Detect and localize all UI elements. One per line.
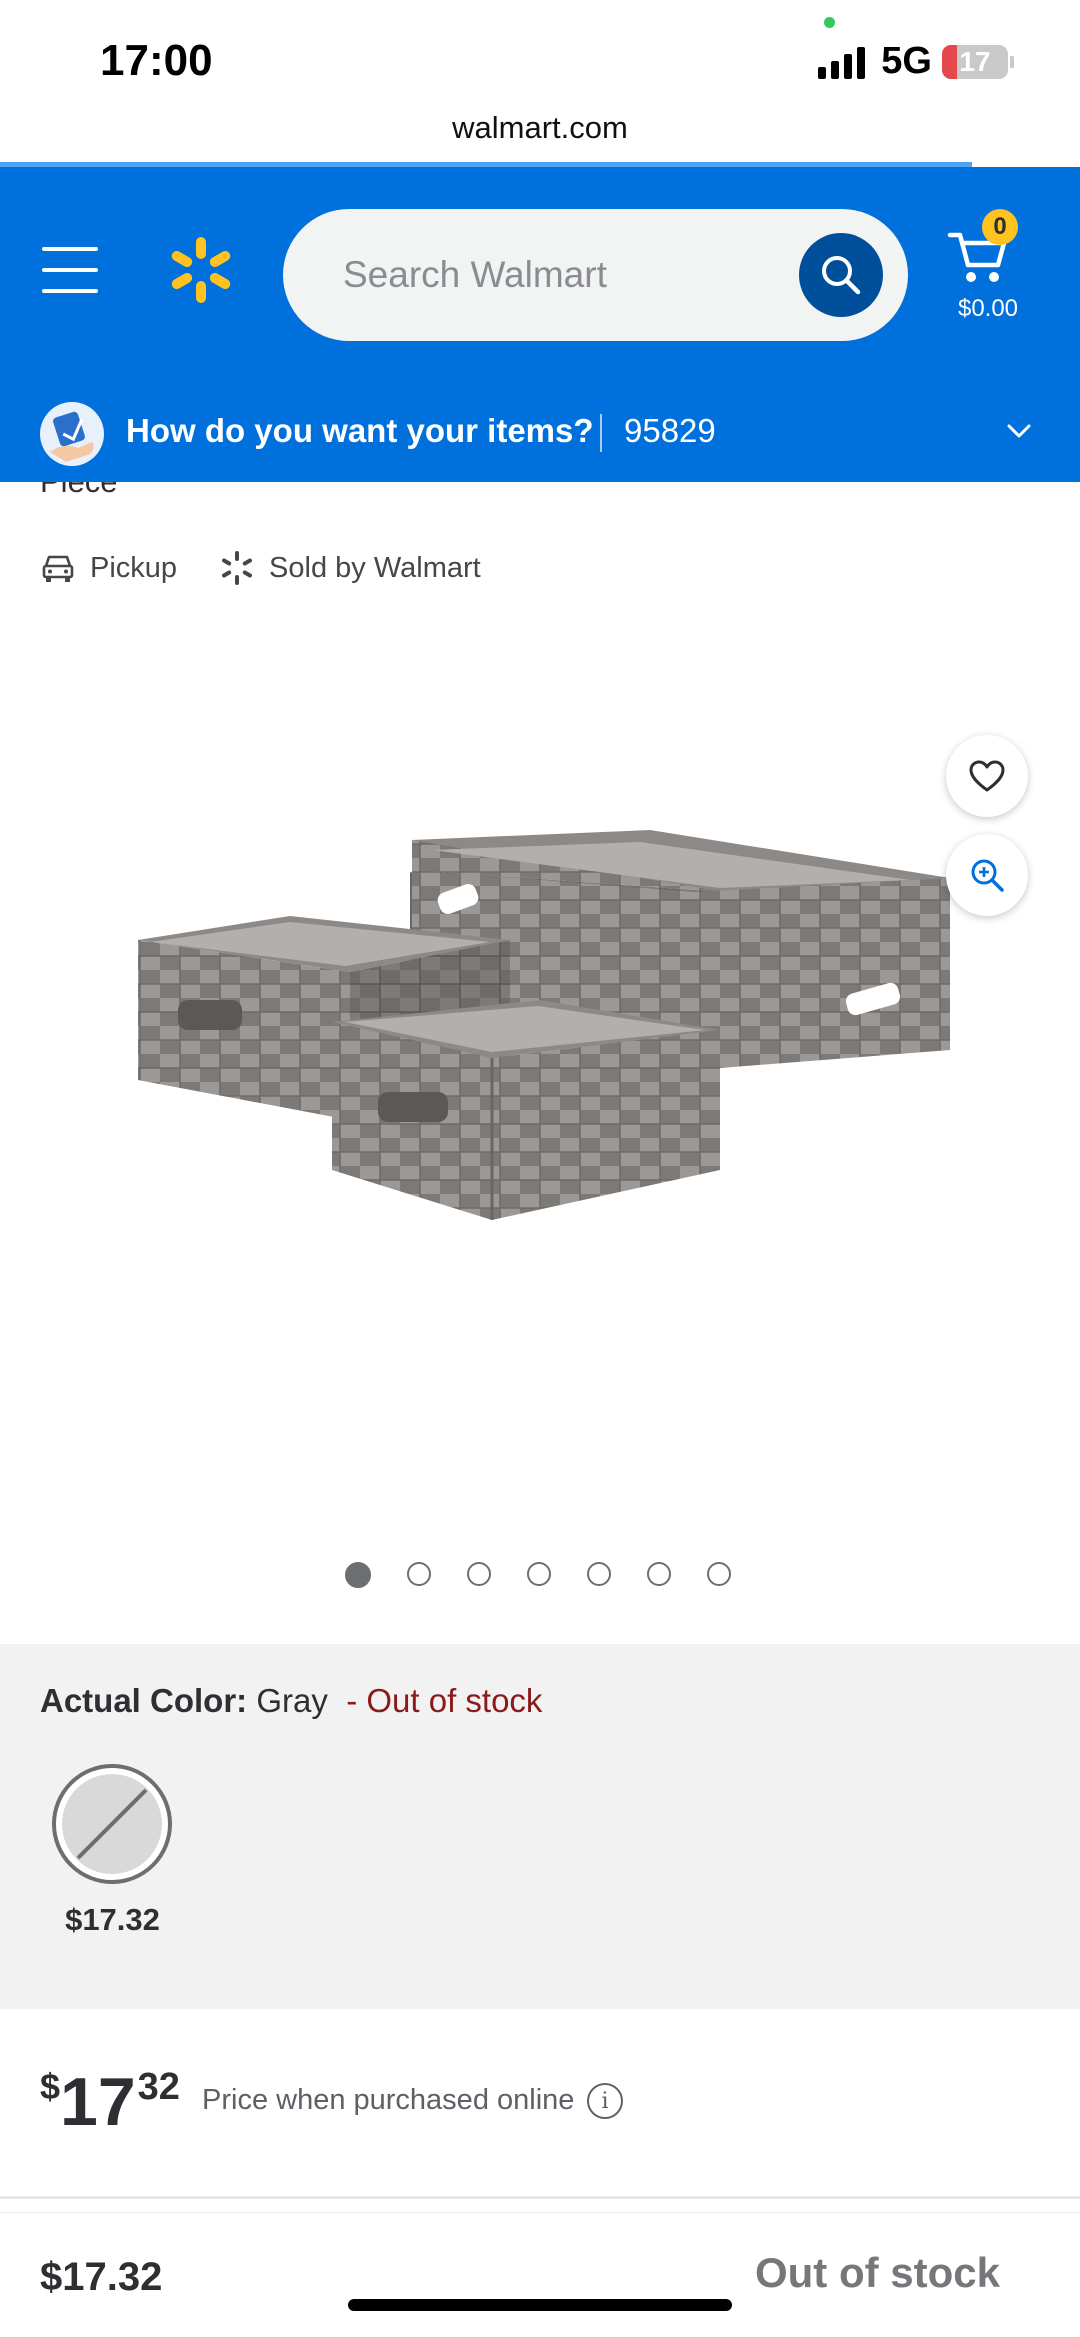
sticky-add-bar: $17.32 Out of stock <box>0 2212 1080 2337</box>
product-badges: Pickup Sold by Walmart <box>40 550 523 586</box>
carousel-dot[interactable] <box>345 1562 371 1588</box>
carousel-dot[interactable] <box>527 1562 551 1586</box>
search-input[interactable] <box>343 209 783 341</box>
carousel-dot[interactable] <box>707 1562 731 1586</box>
privacy-indicator <box>824 17 835 28</box>
menu-button[interactable] <box>42 247 98 293</box>
status-indicators: 5G 17 <box>818 40 1014 83</box>
product-price: $ 17 32 <box>40 2062 180 2136</box>
status-time: 17:00 <box>100 36 213 85</box>
browser-url[interactable]: walmart.com <box>0 110 1080 162</box>
price-currency: $ <box>40 2066 61 2107</box>
search-icon <box>822 256 861 295</box>
cart-button[interactable]: 0 $0.00 <box>942 209 1052 329</box>
home-indicator[interactable] <box>348 2299 732 2311</box>
carousel-dot[interactable] <box>587 1562 611 1586</box>
carousel-dot[interactable] <box>407 1562 431 1586</box>
variant-section: Actual Color: Gray - Out of stock $17.32 <box>0 1644 1080 2009</box>
zoom-button[interactable] <box>946 834 1028 916</box>
carousel-dot[interactable] <box>467 1562 491 1586</box>
color-swatch-gray[interactable] <box>52 1764 172 1884</box>
unavailable-slash-icon <box>76 1788 148 1860</box>
price-dollars: 17 <box>60 2064 136 2140</box>
variant-label: Actual Color: Gray - Out of stock <box>40 1682 542 1720</box>
zoom-in-icon <box>971 859 1004 892</box>
walmart-spark-icon <box>222 551 253 585</box>
hamburger-icon <box>42 247 98 251</box>
badge-label: Pickup <box>90 551 178 584</box>
favorite-button[interactable] <box>946 735 1028 817</box>
status-bar: 17:00 5G 17 <box>0 0 1080 120</box>
variant-label-key: Actual Color: <box>40 1682 248 1719</box>
battery-icon: 17 <box>942 44 1008 79</box>
small-basket-front <box>332 1000 720 1220</box>
search-bar <box>283 209 908 341</box>
site-header: 0 $0.00 <box>0 167 1080 382</box>
price-note: Price when purchased online <box>202 2084 575 2116</box>
variant-stock-status: - Out of stock <box>346 1682 543 1719</box>
search-button[interactable] <box>799 233 883 317</box>
battery-level: 17 <box>959 45 991 77</box>
image-carousel-dots <box>345 1562 731 1588</box>
signal-icon <box>818 45 866 79</box>
fulfillment-zip: 95829 <box>624 412 716 449</box>
divider <box>0 2196 1080 2199</box>
fulfillment-divider <box>600 414 602 452</box>
carousel-dot[interactable] <box>647 1562 671 1586</box>
variant-value: Gray <box>256 1682 328 1719</box>
swatch-price: $17.32 <box>65 1902 160 1937</box>
cart-count-badge: 0 <box>982 209 1018 245</box>
product-image[interactable] <box>120 830 960 1350</box>
walmart-spark-logo[interactable] <box>166 235 236 305</box>
badge-label: Sold by Walmart <box>269 551 481 584</box>
fulfillment-icon <box>40 402 104 466</box>
chevron-down-icon <box>1007 424 1031 438</box>
info-icon[interactable]: i <box>587 2083 623 2119</box>
car-icon <box>42 555 74 582</box>
price-cents: 32 <box>137 2066 180 2108</box>
network-type: 5G <box>881 40 932 82</box>
fulfillment-question: How do you want your items? <box>126 412 594 449</box>
sticky-price: $17.32 <box>40 2255 163 2299</box>
fulfillment-content[interactable]: How do you want your items? 95829 <box>0 382 1080 482</box>
badge-pickup: Pickup <box>40 550 177 586</box>
heart-icon <box>969 760 1005 792</box>
out-of-stock-label: Out of stock <box>754 2249 1000 2296</box>
badge-sold-by: Sold by Walmart <box>219 550 481 586</box>
cart-total: $0.00 <box>957 295 1019 322</box>
